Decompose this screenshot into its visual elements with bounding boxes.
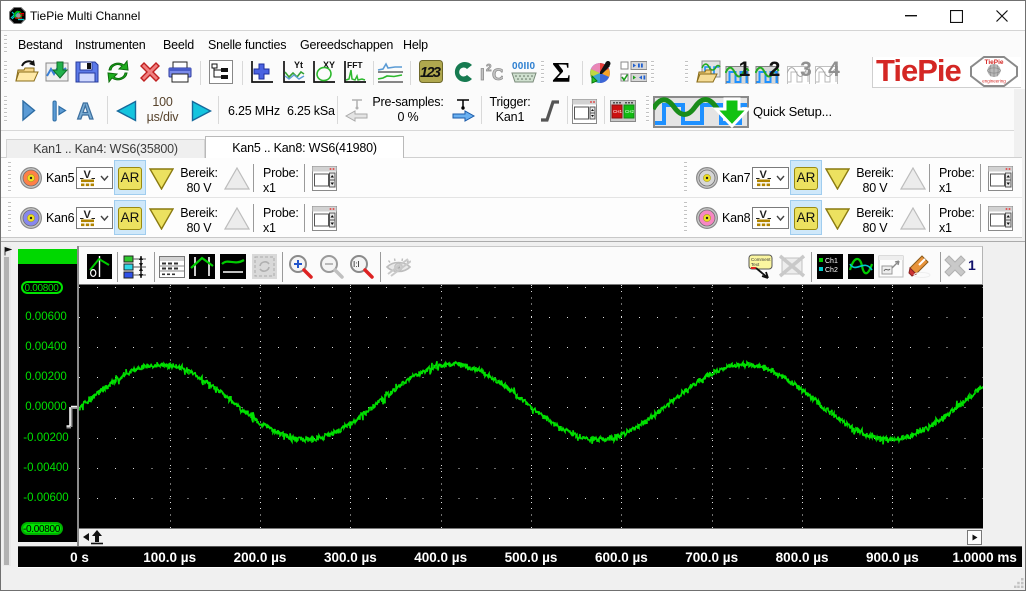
svg-text:FFT: FFT	[347, 60, 363, 70]
svg-text:CH2: CH2	[625, 109, 634, 114]
svg-text:V: V	[760, 209, 768, 221]
svg-text:I:I: I:I	[353, 260, 360, 269]
svg-text:1: 1	[739, 60, 751, 81]
svg-text:00II0: 00II0	[512, 61, 535, 72]
svg-text:C: C	[492, 65, 503, 84]
svg-text:123: 123	[420, 65, 441, 81]
svg-text:V: V	[760, 169, 768, 181]
svg-text:2: 2	[769, 60, 781, 81]
svg-text:4: 4	[828, 60, 840, 81]
svg-text:Text: Text	[751, 262, 760, 267]
svg-text:Ch2: Ch2	[825, 267, 838, 274]
svg-text:I: I	[480, 65, 485, 84]
svg-text:Ch1: Ch1	[825, 258, 838, 265]
svg-text:V: V	[84, 209, 92, 221]
svg-text:Σ: Σ	[552, 60, 571, 84]
svg-text:CH1: CH1	[613, 109, 622, 114]
svg-text:V: V	[84, 169, 92, 181]
svg-text:3: 3	[800, 60, 812, 81]
svg-text:engineering: engineering	[982, 79, 1006, 84]
svg-text:Yt: Yt	[294, 60, 303, 70]
